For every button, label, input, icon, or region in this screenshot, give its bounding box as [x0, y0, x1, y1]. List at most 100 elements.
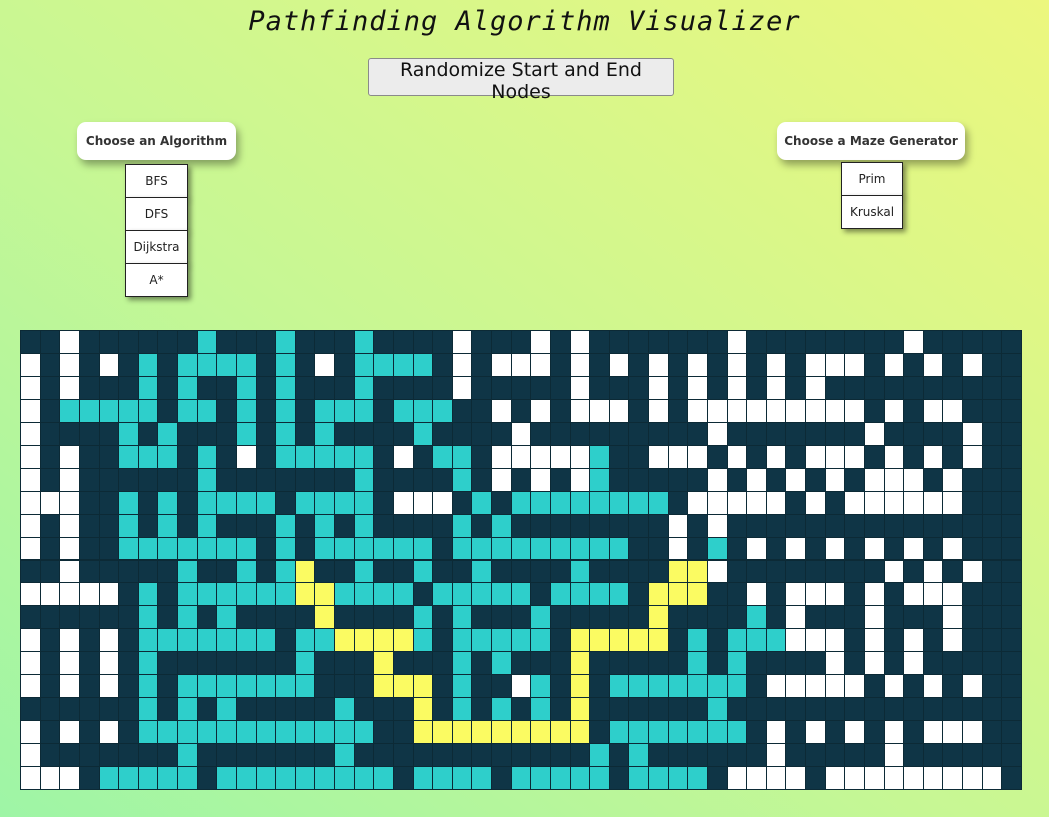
grid-cell-visited[interactable]: [197, 514, 218, 538]
grid-cell-wall[interactable]: [40, 560, 61, 584]
grid-cell-wall[interactable]: [413, 583, 434, 607]
grid-cell-wall[interactable]: [904, 422, 924, 446]
grid-cell-wall[interactable]: [727, 744, 748, 768]
grid-cell-wall[interactable]: [688, 537, 708, 561]
grid-cell-wall[interactable]: [550, 514, 571, 538]
grid-cell-wall[interactable]: [21, 698, 41, 722]
grid-cell-open[interactable]: [315, 353, 336, 377]
grid-cell-wall[interactable]: [570, 744, 591, 768]
grid-cell-wall[interactable]: [433, 560, 453, 584]
grid-cell-wall[interactable]: [40, 629, 61, 653]
grid-cell-open[interactable]: [923, 560, 944, 584]
grid-cell-visited[interactable]: [354, 767, 375, 790]
grid-cell-open[interactable]: [688, 445, 708, 469]
grid-cell-visited[interactable]: [178, 675, 198, 699]
grid-cell-wall[interactable]: [629, 583, 650, 607]
grid-cell-visited[interactable]: [413, 606, 434, 630]
grid-cell-wall[interactable]: [766, 331, 787, 354]
grid-cell-open[interactable]: [747, 491, 767, 515]
grid-cell-visited[interactable]: [256, 721, 277, 745]
grid-cell-wall[interactable]: [217, 445, 237, 469]
grid-cell-wall[interactable]: [825, 514, 846, 538]
grid-cell-wall[interactable]: [374, 560, 394, 584]
grid-cell-wall[interactable]: [413, 468, 434, 492]
grid-cell-wall[interactable]: [197, 560, 218, 584]
grid-cell-visited[interactable]: [374, 353, 394, 377]
grid-cell-wall[interactable]: [354, 744, 375, 768]
grid-cell-wall[interactable]: [138, 560, 159, 584]
grid-cell-wall[interactable]: [668, 331, 689, 354]
grid-cell-wall[interactable]: [806, 331, 826, 354]
grid-cell-wall[interactable]: [178, 491, 198, 515]
grid-cell-path[interactable]: [570, 675, 591, 699]
grid-cell-wall[interactable]: [236, 514, 257, 538]
grid-cell-wall[interactable]: [629, 445, 650, 469]
grid-cell-wall[interactable]: [256, 537, 277, 561]
grid-cell-wall[interactable]: [904, 560, 924, 584]
grid-cell-wall[interactable]: [570, 514, 591, 538]
grid-cell-wall[interactable]: [256, 606, 277, 630]
grid-cell-open[interactable]: [825, 675, 846, 699]
grid-cell-visited[interactable]: [217, 537, 237, 561]
grid-cell-visited[interactable]: [354, 376, 375, 400]
grid-cell-open[interactable]: [766, 491, 787, 515]
grid-cell-wall[interactable]: [1002, 514, 1022, 538]
grid-cell-wall[interactable]: [138, 491, 159, 515]
grid-cell-wall[interactable]: [158, 675, 179, 699]
grid-cell-visited[interactable]: [688, 652, 708, 676]
grid-cell-open[interactable]: [60, 629, 80, 653]
grid-cell-visited[interactable]: [158, 767, 179, 790]
grid-cell-wall[interactable]: [884, 376, 905, 400]
grid-cell-wall[interactable]: [511, 652, 532, 676]
grid-cell-wall[interactable]: [472, 376, 493, 400]
grid-cell-open[interactable]: [923, 353, 944, 377]
grid-cell-visited[interactable]: [570, 537, 591, 561]
grid-cell-open[interactable]: [963, 445, 983, 469]
grid-cell-wall[interactable]: [99, 445, 120, 469]
grid-cell-wall[interactable]: [884, 652, 905, 676]
grid-cell-wall[interactable]: [256, 353, 277, 377]
grid-cell-wall[interactable]: [374, 422, 394, 446]
grid-cell-wall[interactable]: [786, 376, 807, 400]
grid-cell-wall[interactable]: [119, 652, 139, 676]
grid-cell-open[interactable]: [943, 606, 964, 630]
grid-cell-wall[interactable]: [217, 744, 237, 768]
grid-cell-wall[interactable]: [943, 652, 964, 676]
grid-cell-wall[interactable]: [884, 629, 905, 653]
grid-cell-visited[interactable]: [119, 537, 139, 561]
grid-cell-visited[interactable]: [138, 675, 159, 699]
grid-cell-visited[interactable]: [138, 537, 159, 561]
grid-cell-wall[interactable]: [845, 606, 865, 630]
grid-cell-wall[interactable]: [747, 560, 767, 584]
grid-cell-visited[interactable]: [609, 583, 630, 607]
grid-cell-wall[interactable]: [550, 560, 571, 584]
grid-cell-wall[interactable]: [433, 376, 453, 400]
grid-cell-wall[interactable]: [452, 560, 473, 584]
grid-cell-open[interactable]: [236, 445, 257, 469]
grid-cell-visited[interactable]: [374, 537, 394, 561]
grid-cell-open[interactable]: [923, 767, 944, 790]
grid-cell-open[interactable]: [904, 331, 924, 354]
grid-cell-wall[interactable]: [884, 331, 905, 354]
grid-cell-visited[interactable]: [727, 675, 748, 699]
grid-cell-wall[interactable]: [923, 331, 944, 354]
grid-cell-visited[interactable]: [236, 675, 257, 699]
grid-cell-open[interactable]: [688, 353, 708, 377]
grid-cell-wall[interactable]: [1002, 698, 1022, 722]
grid-cell-visited[interactable]: [335, 698, 355, 722]
grid-cell-wall[interactable]: [963, 583, 983, 607]
grid-cell-open[interactable]: [707, 491, 728, 515]
grid-cell-open[interactable]: [845, 721, 865, 745]
grid-cell-wall[interactable]: [825, 721, 846, 745]
grid-cell-open[interactable]: [99, 629, 120, 653]
grid-cell-visited[interactable]: [315, 767, 336, 790]
grid-cell-visited[interactable]: [197, 721, 218, 745]
grid-cell-open[interactable]: [649, 353, 669, 377]
grid-cell-wall[interactable]: [295, 514, 316, 538]
grid-cell-wall[interactable]: [452, 422, 473, 446]
grid-cell-wall[interactable]: [40, 422, 61, 446]
grid-cell-wall[interactable]: [904, 353, 924, 377]
grid-cell-visited[interactable]: [452, 606, 473, 630]
grid-cell-wall[interactable]: [982, 675, 1003, 699]
grid-cell-wall[interactable]: [511, 399, 532, 423]
